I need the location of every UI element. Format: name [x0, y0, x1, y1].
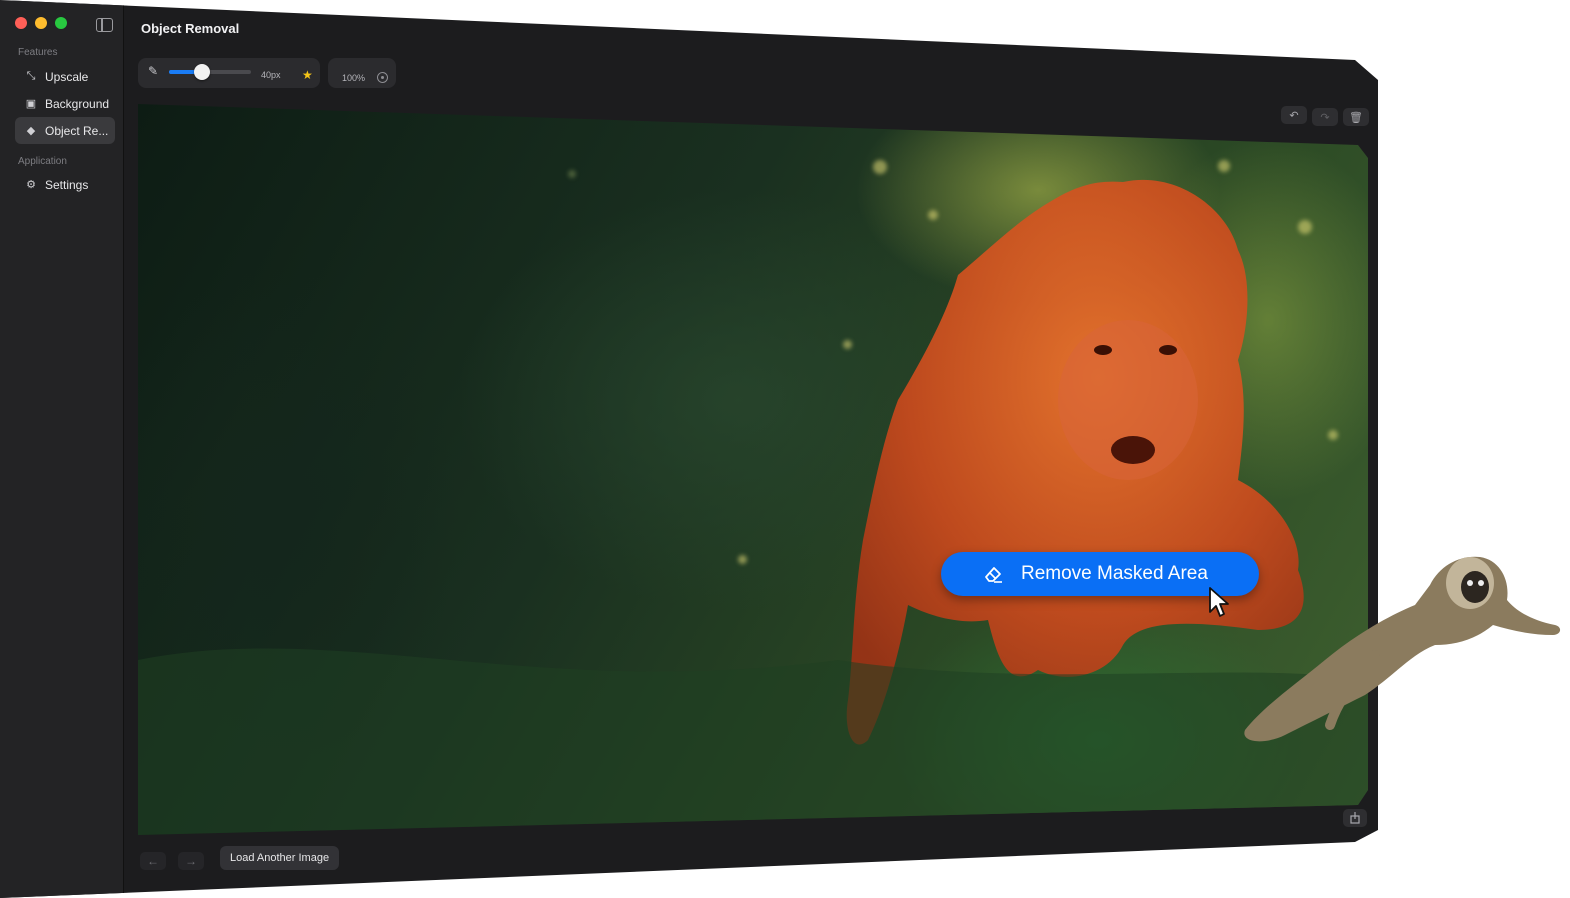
foreground-grass [138, 648, 1368, 835]
minimize-window-button[interactable] [35, 17, 47, 29]
section-label-features: Features [18, 47, 58, 58]
sidebar: Features ⤡ Upscale ▣ Background ◆ Object… [0, 0, 124, 898]
arrow-right-icon: → [185, 854, 197, 868]
arrow-left-icon: ← [147, 854, 159, 868]
previous-button[interactable]: ← [140, 852, 166, 870]
section-label-application: Application [18, 156, 67, 167]
sidebar-item-label: Settings [45, 177, 89, 192]
brush-icon[interactable]: ✎ [148, 64, 158, 78]
undo-button[interactable]: ↶ [1281, 106, 1307, 124]
image-canvas[interactable] [138, 100, 1370, 836]
load-another-image-button[interactable]: Load Another Image [220, 846, 340, 870]
app-window: Features ⤡ Upscale ▣ Background ◆ Object… [0, 0, 1378, 898]
masked-lion[interactable] [138, 100, 1370, 836]
lion-mouth [1111, 436, 1155, 464]
sidebar-item-background[interactable]: ▣ Background [15, 90, 115, 117]
brush-size-knob[interactable] [193, 64, 210, 80]
sidebar-item-label: Object Re... [45, 123, 109, 138]
remove-button-label: Remove Masked Area [1021, 563, 1208, 584]
trash-icon: 🗑 [1349, 111, 1363, 124]
brush-size-value: 40px [261, 70, 281, 80]
star-icon[interactable]: ★ [302, 68, 313, 82]
delete-button[interactable]: 🗑 [1343, 108, 1369, 126]
export-button[interactable] [1343, 809, 1367, 827]
sidebar-toggle-icon[interactable] [96, 18, 113, 32]
redo-button[interactable]: ↷ [1312, 108, 1338, 126]
redo-icon: ↷ [1320, 111, 1330, 124]
sidebar-item-label: Upscale [45, 69, 89, 84]
sidebar-item-settings[interactable]: ⚙ Settings [15, 171, 115, 198]
page-title: Object Removal [141, 21, 240, 36]
monkey-image [1244, 556, 1561, 742]
sidebar-item-object-removal[interactable]: ◆ Object Re... [15, 117, 115, 144]
brush-size-slider[interactable] [169, 70, 251, 74]
sidebar-item-upscale[interactable]: ⤡ Upscale [15, 63, 115, 90]
eraser-icon: ◆ [26, 125, 36, 137]
undo-icon: ↶ [1289, 109, 1299, 122]
background-icon: ▣ [25, 98, 37, 110]
upscale-icon: ⤡ [26, 70, 36, 82]
zoom-reset-icon[interactable] [377, 72, 388, 83]
sidebar-item-label: Background [45, 96, 110, 111]
close-window-button[interactable] [15, 17, 27, 29]
lion-eye [1094, 345, 1112, 355]
lion-eye [1159, 345, 1177, 355]
zoom-window-button[interactable] [55, 17, 67, 29]
next-button[interactable]: → [178, 852, 204, 870]
zoom-level: 100% [342, 73, 366, 83]
eraser-icon [985, 567, 1002, 583]
gear-icon: ⚙ [26, 179, 36, 191]
